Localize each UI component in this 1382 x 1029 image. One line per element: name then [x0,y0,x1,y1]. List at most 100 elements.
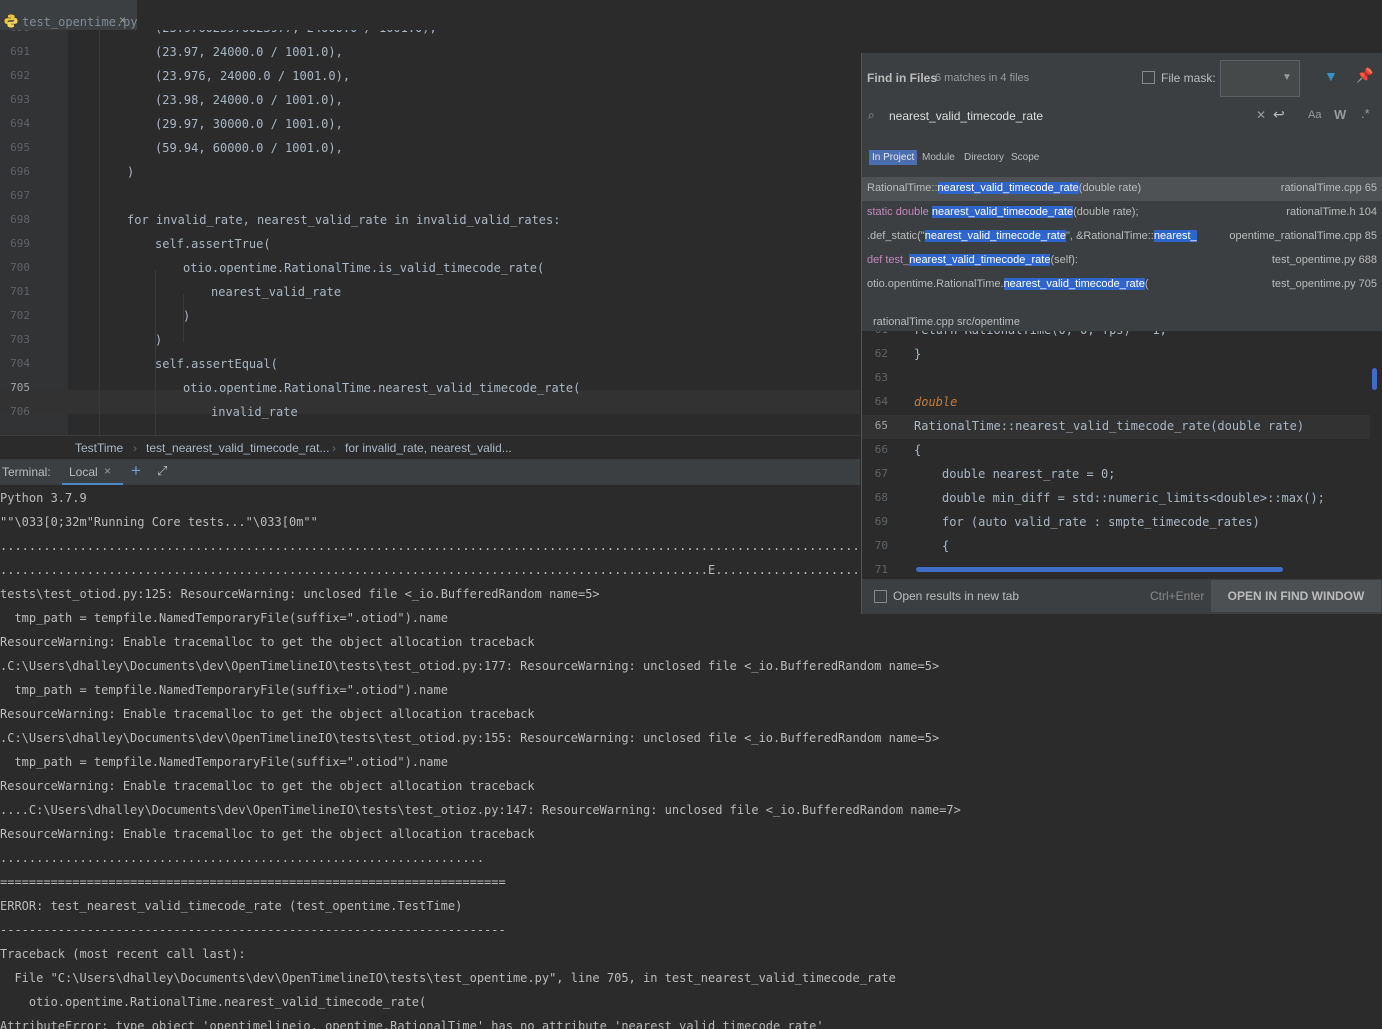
result-fragment: nearest_valid_timecode_rate [924,230,1066,242]
regex-toggle[interactable]: .* [1361,106,1370,121]
code-line: ) [127,165,135,179]
result-fragment: (double rate); [1073,206,1139,218]
preview-header: rationalTime.cpp src/opentime [873,316,1020,328]
horizontal-scrollbar[interactable] [916,567,1283,572]
open-in-find-window-button[interactable]: OPEN IN FIND WINDOW [1211,580,1381,612]
terminal-line: ResourceWarning: Enable tracemalloc to g… [0,635,535,649]
line-number: 697 [10,189,30,202]
search-input[interactable] [889,106,1244,126]
indent-guide [155,270,156,435]
result-fragment: nearest_valid_timecode_rate [937,182,1079,194]
open-new-tab-checkbox[interactable] [874,590,887,603]
code-line: double nearest_rate = 0; [942,467,1116,481]
clear-icon[interactable]: ✕ [1256,108,1266,122]
line-number: 65 [874,419,888,432]
code-line: (29.97, 30000.0 / 1001.0), [155,117,343,131]
code-line: otio.opentime.RationalTime.nearest_valid… [183,381,581,395]
code-line: self.assertEqual( [155,357,278,371]
code-editor[interactable]: 690 (23.976023976023977, 24000.0 / 1001.0… [0,30,860,435]
terminal-line: tmp_path = tempfile.NamedTemporaryFile(s… [0,683,448,697]
terminal-line: Traceback (most recent call last): [0,947,246,961]
line-number: 698 [10,213,30,226]
close-icon[interactable]: × [104,464,111,478]
line-number: 695 [10,141,30,154]
terminal-line: .C:\Users\dhalley\Documents\dev\OpenTime… [0,731,940,745]
search-result-row[interactable]: .def_static("nearest_valid_timecode_rate… [862,225,1382,249]
scope-in-project[interactable]: In Project [869,150,918,165]
terminal-line: ResourceWarning: Enable tracemalloc to g… [0,827,535,841]
breadcrumb-item-method[interactable]: test_nearest_valid_timecode_rat... [146,441,329,455]
line-number: 690 [0,30,30,34]
python-file-icon [4,14,18,28]
breadcrumb-item-class[interactable]: TestTime [75,441,123,455]
terminal-tab-local[interactable]: Local × [62,459,123,485]
breadcrumb-item-loop[interactable]: for invalid_rate, nearest_valid... [345,441,512,455]
pin-icon[interactable]: 📌 [1356,67,1373,84]
search-result-row[interactable]: otio.opentime.RationalTime.nearest_valid… [862,273,1382,297]
line-number: 696 [10,165,30,178]
line-number: 701 [10,285,30,298]
terminal-line: File "C:\Users\dhalley\Documents\dev\Ope… [0,971,896,985]
close-icon[interactable]: × [119,13,126,27]
scope-directory[interactable]: Directory [961,150,1007,165]
result-fragment: ", &RationalTime:: [1065,230,1154,242]
line-number: 67 [874,467,888,480]
line-number: 699 [10,237,30,250]
filter-icon[interactable]: ▼ [1324,68,1338,84]
code-line: invalid_rate [211,405,298,419]
add-icon[interactable]: + [131,461,141,481]
line-number: 64 [874,395,888,408]
shortcut-hint: Ctrl+Enter [1150,589,1205,603]
result-file: rationalTime.cpp 65 [1280,182,1377,194]
result-file: opentime_rationalTime.cpp 85 [1229,230,1377,242]
terminal-line: ========================================… [0,875,506,889]
result-fragment: nearest_ [1153,230,1197,242]
match-count: 6 matches in 4 files [935,72,1030,84]
search-result-row[interactable]: RationalTime::nearest_valid_timecode_rat… [862,177,1382,201]
match-case-toggle[interactable]: Aa [1308,109,1321,121]
scope-module[interactable]: Module [919,150,958,165]
terminal-line: ResourceWarning: Enable tracemalloc to g… [0,707,535,721]
chevron-down-icon[interactable]: ▼ [1276,63,1298,93]
result-fragment: nearest_valid_timecode_rate [1003,278,1145,290]
file-mask-checkbox[interactable] [1142,71,1155,84]
terminal-title: Terminal: [2,465,51,479]
code-line: return RationalTime(0, 0, fps) - 1; [914,331,1167,337]
scope-scope[interactable]: Scope [1008,150,1042,165]
line-number: 706 [10,405,30,418]
code-line: (23.976, 24000.0 / 1001.0), [155,69,351,83]
vertical-scrollbar[interactable] [1372,368,1377,390]
result-fragment: nearest_valid_timecode_rate [909,254,1051,266]
terminal-line: ........................................… [0,539,911,553]
terminal-tab-label: Local [69,465,98,479]
search-result-row[interactable]: def test_nearest_valid_timecode_rate(sel… [862,249,1382,273]
code-line: ) [183,309,191,323]
result-fragment: .def_static(" [867,230,925,242]
result-fragment: (self): [1050,254,1078,266]
line-number: 693 [10,93,30,106]
line-number: 702 [10,309,30,322]
code-line: { [914,443,922,457]
result-snippet: RationalTime::nearest_valid_timecode_rat… [867,182,1141,194]
result-file: test_opentime.py 705 [1271,278,1377,290]
code-line: { [942,539,950,553]
terminal-header: Terminal: Local × + ⤢ [0,459,860,485]
result-fragment: def test_ [867,254,910,266]
code-line: (23.976023976023977, 24000.0 / 1001.0), [155,30,437,35]
code-preview[interactable]: 61 return RationalTime(0, 0, fps) - 1; 62}… [862,331,1382,579]
search-result-row[interactable]: static double nearest_valid_timecode_rat… [862,201,1382,225]
result-fragment: static double [867,206,932,218]
whole-words-toggle[interactable]: W [1334,107,1346,122]
terminal-line: ........................................… [0,563,961,577]
terminal-line: .C:\Users\dhalley\Documents\dev\OpenTime… [0,659,940,673]
result-fragment: otio.opentime.RationalTime. [867,278,1004,290]
terminal-line: ""\033[0;32m"Running Core tests..."\033[… [0,515,318,529]
terminal-line: ----------------------------------------… [0,923,506,937]
newline-icon[interactable]: ↩ [1273,106,1285,123]
line-number: 704 [10,357,30,370]
find-title: Find in Files [867,71,938,85]
terminal-line: ERROR: test_nearest_valid_timecode_rate … [0,899,463,913]
open-new-tab-label: Open results in new tab [893,589,1020,603]
line-number: 68 [874,491,888,504]
expand-icon[interactable]: ⤢ [157,463,167,479]
